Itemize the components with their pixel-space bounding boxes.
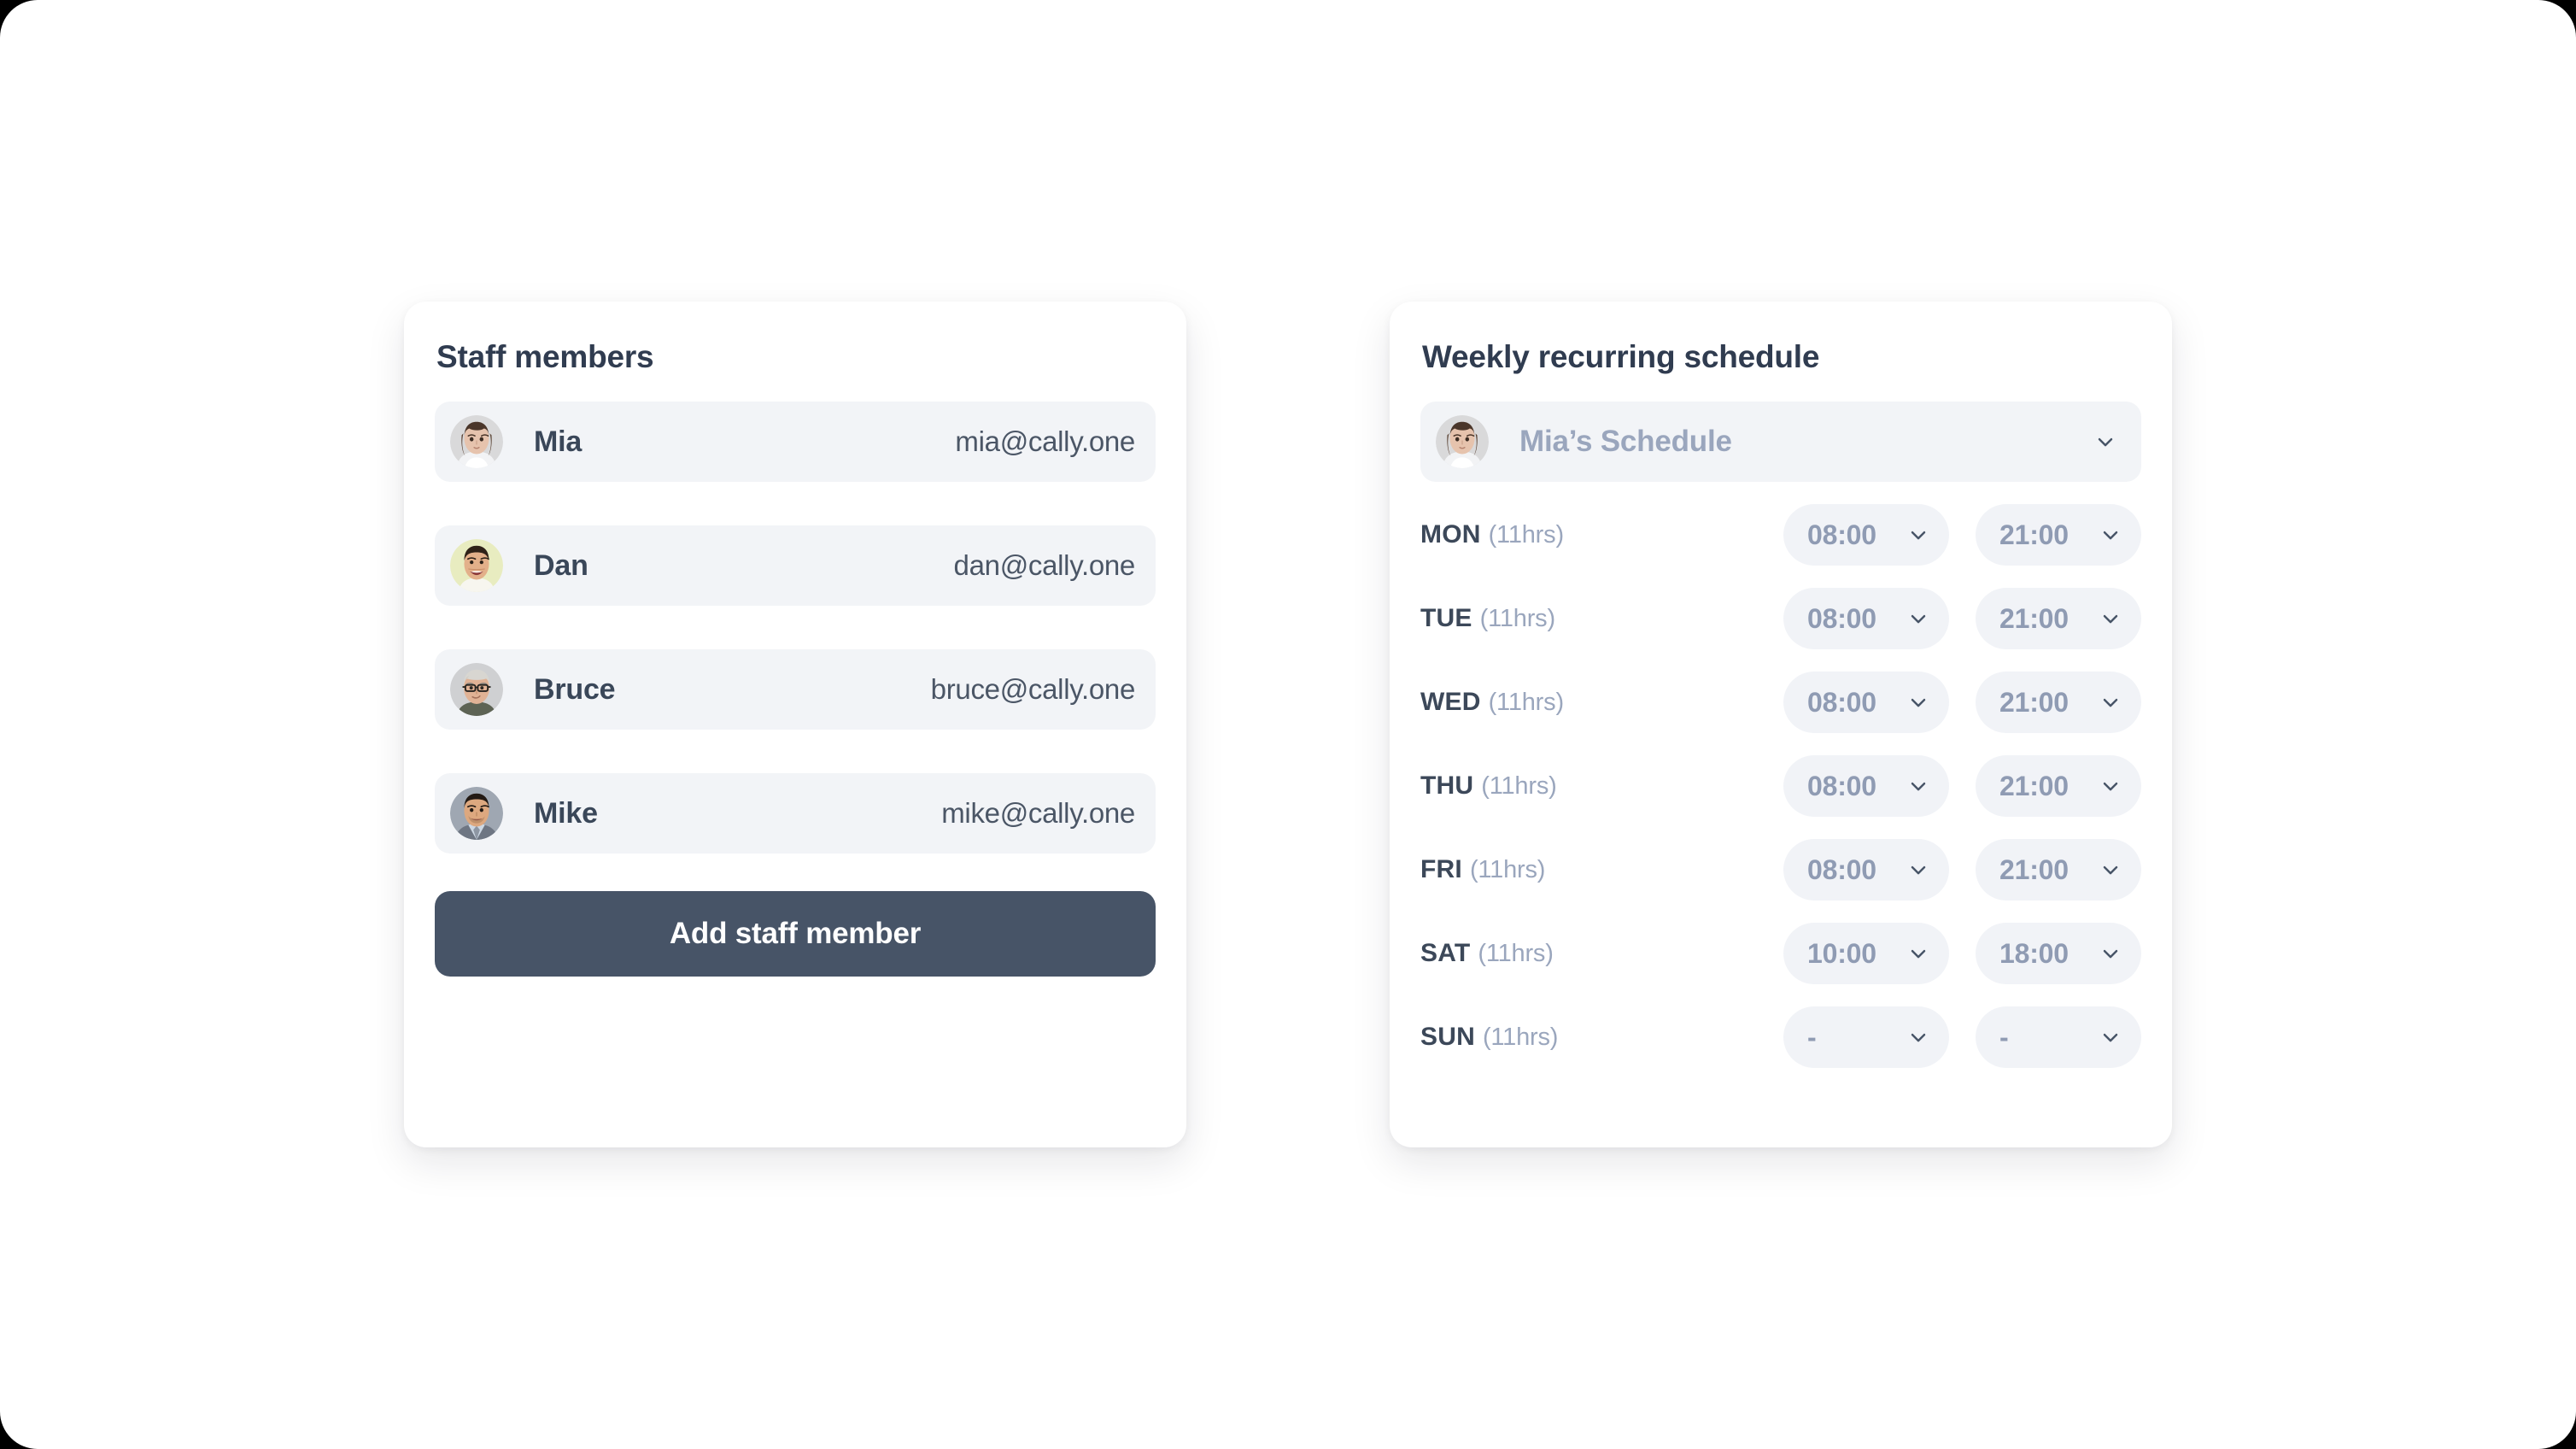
avatar-mia bbox=[450, 415, 503, 468]
day-label: WED bbox=[1420, 688, 1481, 716]
chevron-down-icon bbox=[1911, 531, 1926, 540]
staff-email: bruce@cally.one bbox=[930, 673, 1136, 705]
day-time-pills: 08:00 21:00 bbox=[1783, 755, 2141, 817]
start-time-value: - bbox=[1807, 1021, 1817, 1053]
start-time-value: 10:00 bbox=[1807, 937, 1876, 969]
end-time-dropdown[interactable]: - bbox=[1976, 1006, 2141, 1068]
start-time-dropdown[interactable]: 08:00 bbox=[1783, 588, 1949, 649]
staff-email: dan@cally.one bbox=[953, 549, 1136, 581]
staff-list-item[interactable]: Mia mia@cally.one bbox=[435, 402, 1156, 482]
end-time-value: 21:00 bbox=[1999, 602, 2069, 634]
day-label: MON bbox=[1420, 520, 1481, 549]
staff-list: Mia mia@cally.one Dan dan@cally.one Bruc… bbox=[435, 402, 1156, 854]
weekly-schedule-card: Weekly recurring schedule Mia’s Schedule… bbox=[1390, 302, 2172, 1147]
avatar-mike bbox=[450, 787, 503, 840]
start-time-dropdown[interactable]: 08:00 bbox=[1783, 672, 1949, 733]
chevron-down-icon bbox=[1911, 865, 1926, 875]
staff-list-item[interactable]: Mike mike@cally.one bbox=[435, 773, 1156, 854]
day-row-mon: MON (11hrs) 08:00 21:00 bbox=[1420, 504, 2141, 566]
day-hours: (11hrs) bbox=[1479, 604, 1556, 632]
day-hours: (11hrs) bbox=[1478, 939, 1554, 967]
day-hours: (11hrs) bbox=[1469, 855, 1546, 883]
day-row-thu: THU (11hrs) 08:00 21:00 bbox=[1420, 755, 2141, 817]
start-time-dropdown[interactable]: 08:00 bbox=[1783, 504, 1949, 566]
weekly-day-rows: MON (11hrs) 08:00 21:00 TUE (11hrs) 08:0… bbox=[1420, 504, 2141, 1068]
start-time-value: 08:00 bbox=[1807, 602, 1876, 634]
start-time-value: 08:00 bbox=[1807, 519, 1876, 550]
schedule-selector-dropdown[interactable]: Mia’s Schedule bbox=[1420, 402, 2141, 482]
day-time-pills: - - bbox=[1783, 1006, 2141, 1068]
day-time-pills: 08:00 21:00 bbox=[1783, 839, 2141, 900]
chevron-down-icon bbox=[1911, 698, 1926, 707]
staff-name: Dan bbox=[534, 549, 588, 582]
day-time-pills: 08:00 21:00 bbox=[1783, 672, 2141, 733]
day-row-fri: FRI (11hrs) 08:00 21:00 bbox=[1420, 839, 2141, 900]
chevron-down-icon bbox=[2103, 531, 2118, 540]
day-label: SUN bbox=[1420, 1023, 1475, 1051]
chevron-down-icon bbox=[1911, 949, 1926, 959]
end-time-dropdown[interactable]: 21:00 bbox=[1976, 755, 2141, 817]
end-time-value: 21:00 bbox=[1999, 854, 2069, 885]
staff-email: mia@cally.one bbox=[955, 425, 1135, 457]
start-time-dropdown[interactable]: - bbox=[1783, 1006, 1949, 1068]
chevron-down-icon bbox=[2103, 698, 2118, 707]
start-time-value: 08:00 bbox=[1807, 854, 1876, 885]
start-time-value: 08:00 bbox=[1807, 770, 1876, 801]
end-time-dropdown[interactable]: 21:00 bbox=[1976, 588, 2141, 649]
end-time-dropdown[interactable]: 21:00 bbox=[1976, 839, 2141, 900]
chevron-down-icon bbox=[2098, 437, 2113, 447]
add-staff-member-button[interactable]: Add staff member bbox=[435, 891, 1156, 977]
start-time-dropdown[interactable]: 08:00 bbox=[1783, 839, 1949, 900]
end-time-value: 21:00 bbox=[1999, 519, 2069, 550]
staff-members-card: Staff members Mia mia@cally.one Dan dan@… bbox=[404, 302, 1186, 1147]
day-label: THU bbox=[1420, 771, 1474, 800]
day-hours: (11hrs) bbox=[1488, 520, 1565, 549]
staff-list-item[interactable]: Bruce bruce@cally.one bbox=[435, 649, 1156, 730]
chevron-down-icon bbox=[2103, 949, 2118, 959]
end-time-dropdown[interactable]: 21:00 bbox=[1976, 672, 2141, 733]
start-time-dropdown[interactable]: 08:00 bbox=[1783, 755, 1949, 817]
day-label: FRI bbox=[1420, 855, 1462, 883]
day-time-pills: 08:00 21:00 bbox=[1783, 588, 2141, 649]
day-label: SAT bbox=[1420, 939, 1471, 967]
avatar-dan bbox=[450, 539, 503, 592]
chevron-down-icon bbox=[2103, 614, 2118, 624]
end-time-dropdown[interactable]: 21:00 bbox=[1976, 504, 2141, 566]
day-row-wed: WED (11hrs) 08:00 21:00 bbox=[1420, 672, 2141, 733]
day-row-sun: SUN (11hrs) - - bbox=[1420, 1006, 2141, 1068]
start-time-dropdown[interactable]: 10:00 bbox=[1783, 923, 1949, 984]
staff-panel-title: Staff members bbox=[436, 339, 654, 374]
chevron-down-icon bbox=[1911, 782, 1926, 791]
day-row-sat: SAT (11hrs) 10:00 18:00 bbox=[1420, 923, 2141, 984]
end-time-dropdown[interactable]: 18:00 bbox=[1976, 923, 2141, 984]
avatar-bruce bbox=[450, 663, 503, 716]
day-hours: (11hrs) bbox=[1481, 771, 1557, 800]
end-time-value: - bbox=[1999, 1021, 2009, 1053]
schedule-panel-title: Weekly recurring schedule bbox=[1422, 339, 1820, 374]
staff-email: mike@cally.one bbox=[941, 797, 1135, 829]
day-hours: (11hrs) bbox=[1482, 1023, 1559, 1051]
chevron-down-icon bbox=[1911, 1033, 1926, 1042]
staff-name: Mike bbox=[534, 796, 598, 830]
page-root: Staff members Mia mia@cally.one Dan dan@… bbox=[0, 0, 2576, 1449]
end-time-value: 18:00 bbox=[1999, 937, 2069, 969]
staff-name: Mia bbox=[534, 425, 583, 458]
end-time-value: 21:00 bbox=[1999, 686, 2069, 718]
chevron-down-icon bbox=[2103, 782, 2118, 791]
schedule-selector-label: Mia’s Schedule bbox=[1519, 425, 1732, 458]
day-time-pills: 08:00 21:00 bbox=[1783, 504, 2141, 566]
start-time-value: 08:00 bbox=[1807, 686, 1876, 718]
day-time-pills: 10:00 18:00 bbox=[1783, 923, 2141, 984]
staff-name: Bruce bbox=[534, 672, 616, 706]
day-hours: (11hrs) bbox=[1488, 688, 1565, 716]
chevron-down-icon bbox=[2103, 1033, 2118, 1042]
staff-list-item[interactable]: Dan dan@cally.one bbox=[435, 525, 1156, 606]
end-time-value: 21:00 bbox=[1999, 770, 2069, 801]
day-label: TUE bbox=[1420, 604, 1472, 632]
panels-container: Staff members Mia mia@cally.one Dan dan@… bbox=[0, 0, 2576, 1449]
day-row-tue: TUE (11hrs) 08:00 21:00 bbox=[1420, 588, 2141, 649]
chevron-down-icon bbox=[1911, 614, 1926, 624]
avatar-mia bbox=[1436, 415, 1489, 468]
chevron-down-icon bbox=[2103, 865, 2118, 875]
